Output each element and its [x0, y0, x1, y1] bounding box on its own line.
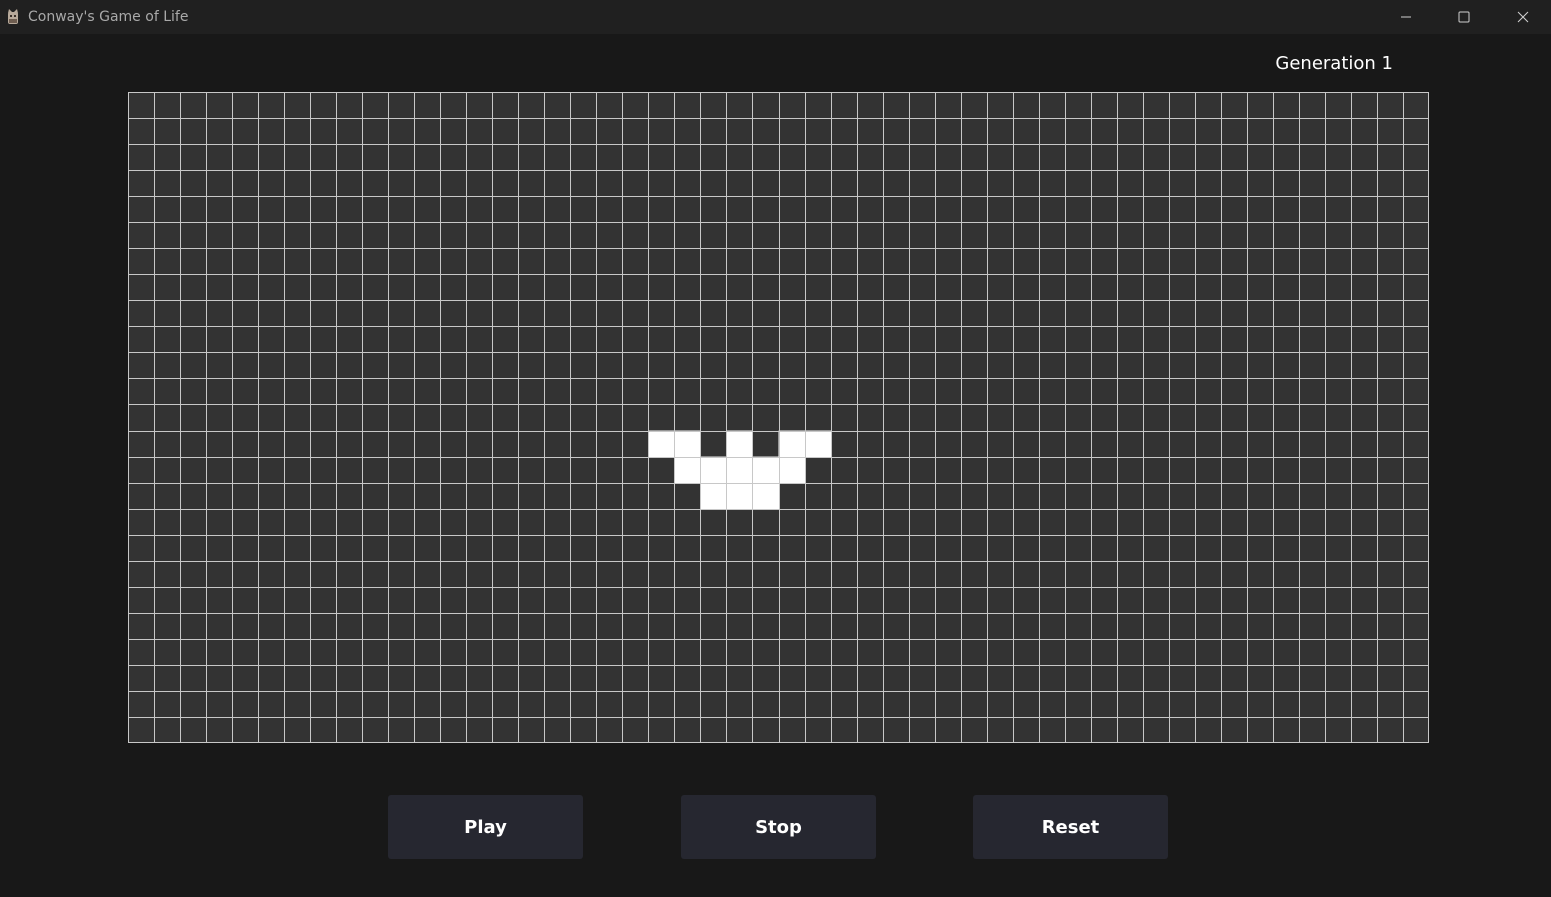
maximize-icon	[1458, 11, 1470, 23]
alive-cell[interactable]	[726, 430, 753, 458]
game-board[interactable]	[128, 92, 1429, 743]
alive-cell[interactable]	[778, 456, 806, 484]
cat-icon	[8, 9, 18, 24]
alive-cell[interactable]	[674, 430, 701, 458]
alive-cell[interactable]	[700, 482, 727, 510]
alive-cell[interactable]	[778, 430, 806, 458]
minimize-icon	[1401, 16, 1411, 18]
maximize-button[interactable]	[1435, 0, 1493, 34]
generation-counter: Generation 1	[1275, 53, 1393, 74]
stop-button[interactable]: Stop	[681, 795, 876, 859]
play-button[interactable]: Play	[388, 795, 583, 859]
alive-cell[interactable]	[752, 456, 779, 484]
minimize-button[interactable]	[1377, 0, 1435, 34]
reset-button[interactable]: Reset	[973, 795, 1168, 859]
alive-cell[interactable]	[700, 456, 727, 484]
alive-cell[interactable]	[674, 456, 701, 484]
window-title: Conway's Game of Life	[28, 9, 189, 25]
board-background	[128, 92, 1429, 743]
close-icon	[1517, 11, 1529, 23]
alive-cell[interactable]	[648, 430, 675, 458]
alive-cell[interactable]	[726, 482, 753, 510]
close-button[interactable]	[1494, 0, 1551, 34]
alive-cell[interactable]	[752, 482, 779, 510]
board-grid[interactable]	[128, 92, 1429, 743]
app-window: Conway's Game of Life Generation 1 Play …	[0, 0, 1551, 897]
alive-cell[interactable]	[726, 456, 753, 484]
alive-cell[interactable]	[804, 430, 832, 458]
title-bar[interactable]: Conway's Game of Life	[0, 0, 1551, 34]
